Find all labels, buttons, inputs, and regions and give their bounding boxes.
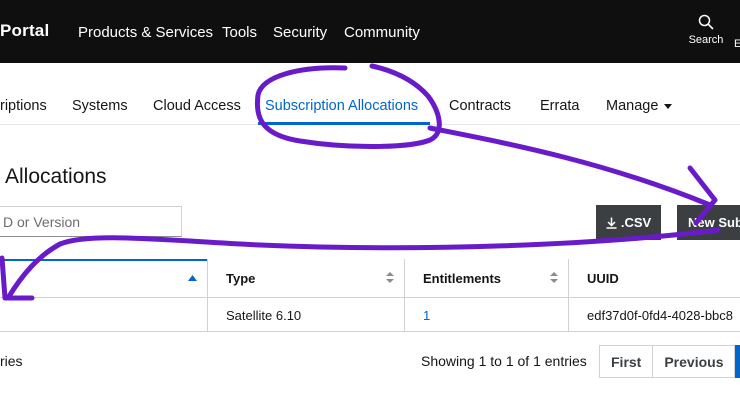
pagination: First Previous [599, 345, 740, 378]
column-header-type[interactable]: Type [207, 259, 404, 298]
subscriptions-subnav: riptions Systems Cloud Access Subscripti… [0, 63, 740, 125]
table-row: Satellite 6.10 1 edf37d0f-0fd4-4028-bbc8 [0, 298, 740, 332]
sort-icon [386, 272, 394, 283]
nav-products-services[interactable]: Products & Services [78, 24, 213, 41]
column-header-name[interactable] [0, 259, 207, 298]
tab-manage[interactable]: Manage [606, 98, 673, 114]
cell-name[interactable] [0, 298, 207, 332]
nav-security[interactable]: Security [273, 24, 327, 41]
tab-systems[interactable]: Systems [72, 98, 128, 114]
search-label: Search [688, 34, 724, 46]
entries-per-page-label: ries [0, 353, 23, 369]
sort-asc-icon [188, 275, 197, 281]
tab-contracts[interactable]: Contracts [449, 98, 511, 114]
brand-logo-text[interactable]: Portal [0, 21, 49, 41]
column-header-entitlements[interactable]: Entitlements [404, 259, 568, 298]
filter-search-input[interactable] [0, 206, 182, 237]
current-page-button[interactable] [735, 345, 740, 378]
caret-down-icon [664, 103, 673, 109]
sort-icon [550, 272, 558, 283]
column-header-uuid[interactable]: UUID [568, 259, 740, 298]
previous-page-button[interactable]: Previous [653, 345, 736, 378]
active-tab-indicator [258, 122, 430, 125]
download-icon [606, 217, 617, 229]
tab-subscriptions[interactable]: riptions [0, 98, 47, 114]
export-csv-label: .CSV [620, 215, 652, 230]
page-title: Allocations [5, 165, 107, 188]
tab-errata[interactable]: Errata [540, 98, 580, 114]
tab-manage-label: Manage [606, 98, 659, 114]
nav-tools[interactable]: Tools [222, 24, 257, 41]
masthead: Portal Products & Services Tools Securit… [0, 0, 740, 63]
new-allocation-button[interactable]: New Subscription Allocation [677, 205, 740, 240]
showing-entries-text: Showing 1 to 1 of 1 entries [421, 353, 587, 369]
tab-subscription-allocations[interactable]: Subscription Allocations [265, 98, 418, 114]
table-header: Type Entitlements UUID [0, 259, 740, 298]
entitlements-link[interactable]: 1 [423, 308, 430, 323]
search-icon [698, 14, 714, 30]
first-page-button[interactable]: First [599, 345, 654, 378]
cell-entitlements: 1 [404, 298, 568, 332]
search-button[interactable]: Search [686, 14, 726, 46]
nav-community[interactable]: Community [344, 24, 420, 41]
nav-clipped-item[interactable]: E [734, 38, 740, 50]
export-csv-button[interactable]: .CSV [596, 205, 661, 240]
cell-uuid: edf37d0f-0fd4-4028-bbc8 [568, 298, 740, 332]
new-allocation-label: New Subscription Allocation [688, 215, 740, 230]
cell-type: Satellite 6.10 [207, 298, 404, 332]
tab-cloud-access[interactable]: Cloud Access [153, 98, 241, 114]
